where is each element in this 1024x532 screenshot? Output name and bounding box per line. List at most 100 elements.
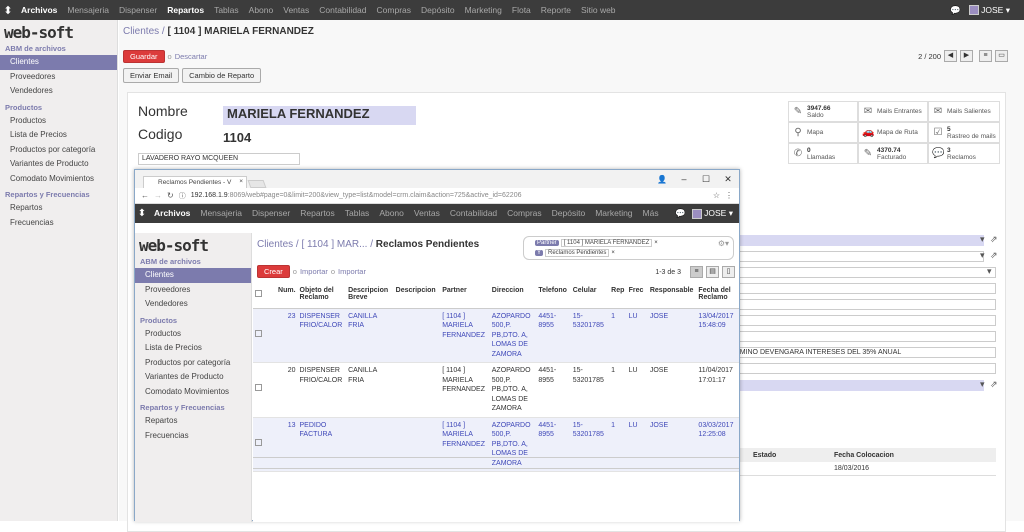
inner-menu-item[interactable]: Repartos — [295, 204, 340, 223]
send-email-button[interactable]: Enviar Email — [123, 68, 180, 83]
smart-button[interactable]: ✎ 3947.66 Saldo — [788, 101, 858, 122]
inner-chat-icon[interactable]: 💬 — [675, 208, 686, 219]
top-menu-item[interactable]: Depósito — [416, 0, 460, 20]
inner-apps-icon[interactable]: ⬍ — [135, 208, 149, 219]
field-strip-2[interactable] — [728, 380, 984, 391]
list-view-icon-2[interactable]: ≡ — [690, 266, 703, 278]
note-field[interactable]: ERMINO DEVENGARA INTERESES DEL 35% ANUAL — [728, 347, 996, 358]
sidebar-item[interactable]: Frecuencias — [0, 216, 117, 231]
sidebar-item[interactable]: Repartos — [135, 414, 251, 429]
top-menu-item[interactable]: Mensajeria — [62, 0, 114, 20]
inner-menu-item[interactable]: Mensajeria — [195, 204, 247, 223]
form-view-icon[interactable]: ▭ — [995, 50, 1008, 62]
next-arrow-icon[interactable]: ▶ — [960, 50, 973, 62]
smart-button[interactable]: 🚗 Mapa de Ruta — [858, 122, 928, 143]
column-header[interactable]: Rep — [609, 284, 627, 309]
top-menu-item[interactable]: Ventas — [278, 0, 314, 20]
smart-button[interactable]: ✆ 0 Llamadas — [788, 143, 858, 164]
top-menu-item[interactable]: Archivos — [16, 0, 62, 20]
inner-menu-item[interactable]: Tablas — [340, 204, 375, 223]
list-view-icon[interactable]: ≡ — [979, 50, 992, 62]
column-header[interactable]: Num. — [273, 284, 298, 309]
column-header[interactable]: Objeto del Reclamo — [297, 284, 347, 309]
field-7[interactable] — [728, 331, 996, 342]
column-header[interactable]: Celular — [570, 284, 610, 309]
maximize-icon[interactable]: ☐ — [695, 174, 717, 185]
top-menu-item[interactable]: Abono — [244, 0, 279, 20]
field-3[interactable] — [728, 267, 996, 278]
smart-button[interactable]: 💬 3 Reclamos — [928, 143, 1000, 164]
browser-tab[interactable]: Reclamos Pendientes - V × — [143, 176, 247, 188]
browser-menu-icon[interactable]: ⋮ — [725, 191, 739, 200]
back-icon[interactable]: ← — [141, 191, 149, 200]
column-header[interactable]: Frec — [626, 284, 648, 309]
sidebar-item[interactable]: Vendedores — [0, 84, 117, 99]
sidebar-item[interactable]: Lista de Precios — [0, 128, 117, 143]
inner-menu-item[interactable]: Depósito — [547, 204, 591, 223]
sidebar-item[interactable]: Productos — [0, 114, 117, 129]
checkbox[interactable] — [255, 290, 262, 297]
close-icon[interactable]: ✕ — [717, 174, 739, 185]
apps-icon[interactable]: ⬍ — [0, 0, 16, 20]
inner-menu-item[interactable]: Compras — [502, 204, 546, 223]
import-button-2[interactable]: Importar — [338, 267, 366, 276]
discard-button[interactable]: Descartar — [175, 52, 208, 61]
sidebar-item[interactable]: Productos por categoría — [135, 356, 251, 371]
import-button[interactable]: Importar — [300, 267, 328, 276]
smart-button[interactable]: ✉ Mails Entrantes — [858, 101, 928, 122]
profile-icon[interactable]: 👤 — [651, 175, 673, 184]
sidebar-item[interactable]: Proveedores — [0, 70, 117, 85]
prev-arrow-icon[interactable]: ◀ — [944, 50, 957, 62]
search-options-icon[interactable]: ⚙▾ — [718, 239, 729, 248]
inner-menu-item[interactable]: Marketing — [590, 204, 637, 223]
column-header[interactable]: Responsable — [647, 284, 697, 309]
inner-menu-item[interactable]: Contabilidad — [445, 204, 502, 223]
column-header[interactable]: Partner — [440, 284, 490, 309]
sidebar-item[interactable]: Repartos — [0, 201, 117, 216]
minimize-icon[interactable]: – — [673, 174, 695, 184]
reload-icon[interactable]: ↻ — [167, 191, 174, 200]
sidebar-item[interactable]: Proveedores — [135, 283, 251, 298]
tag-field[interactable]: LAVADERO RAYO MCQUEEN — [138, 153, 300, 165]
star-icon[interactable]: ☆ — [713, 191, 720, 200]
field-4[interactable] — [728, 283, 996, 294]
inner-menu-item[interactable]: Archivos — [149, 204, 195, 223]
dropdown-caret-icon-4[interactable]: ▾ — [980, 379, 985, 390]
column-header[interactable]: Telefono — [536, 284, 571, 309]
field-2[interactable] — [728, 251, 984, 262]
row-select[interactable] — [253, 308, 274, 363]
column-header[interactable]: Descripcion — [393, 284, 441, 309]
external-link-icon[interactable]: ⇗ — [990, 234, 998, 245]
row-checkbox[interactable] — [255, 384, 262, 391]
search-box[interactable]: Partner [ 1104 ] MARIELA FERNANDEZ × Y R… — [523, 236, 734, 260]
calendar-view-icon[interactable]: ▤ — [706, 266, 719, 278]
chat-icon[interactable]: 💬 — [950, 5, 961, 16]
top-menu-item[interactable]: Sitio web — [576, 0, 621, 20]
save-button[interactable]: Guardar — [123, 50, 165, 63]
inner-user-menu[interactable]: JOSE ▾ — [691, 208, 733, 219]
dropdown-caret-icon-2[interactable]: ▾ — [980, 250, 985, 261]
sidebar-item[interactable]: Clientes — [135, 268, 251, 283]
facet-remove-icon-2[interactable]: × — [611, 250, 615, 256]
inner-breadcrumb-b[interactable]: [ 1104 ] MAR... — [301, 239, 367, 250]
sidebar-item[interactable]: Productos — [135, 327, 251, 342]
inner-menu-item[interactable]: Más — [638, 204, 664, 223]
form-view-icon-2[interactable]: ▯ — [722, 266, 735, 278]
external-link-icon-2[interactable]: ⇗ — [990, 250, 998, 261]
dropdown-caret-icon-3[interactable]: ▾ — [987, 266, 992, 277]
sidebar-item[interactable]: Lista de Precios — [135, 341, 251, 356]
sidebar-item[interactable]: Productos por categoría — [0, 143, 117, 158]
sidebar-item[interactable]: Vendedores — [135, 297, 251, 312]
user-menu[interactable]: JOSE ▾ — [968, 5, 1010, 16]
inner-breadcrumb-a[interactable]: Clientes — [257, 239, 293, 250]
top-menu-item[interactable]: Flota — [507, 0, 536, 20]
name-field[interactable]: MARIELA FERNANDEZ — [223, 106, 416, 125]
field-6[interactable] — [728, 315, 996, 326]
sidebar-item[interactable]: Comodato Movimientos — [0, 172, 117, 187]
top-menu-item[interactable]: Compras — [372, 0, 416, 20]
breadcrumb-root[interactable]: Clientes — [123, 26, 159, 37]
top-menu-item[interactable]: Tablas — [209, 0, 244, 20]
column-header[interactable]: Fecha del Reclamo — [696, 284, 739, 309]
sidebar-item[interactable]: Variantes de Producto — [135, 370, 251, 385]
smart-button[interactable]: ⚲ Mapa — [788, 122, 858, 143]
